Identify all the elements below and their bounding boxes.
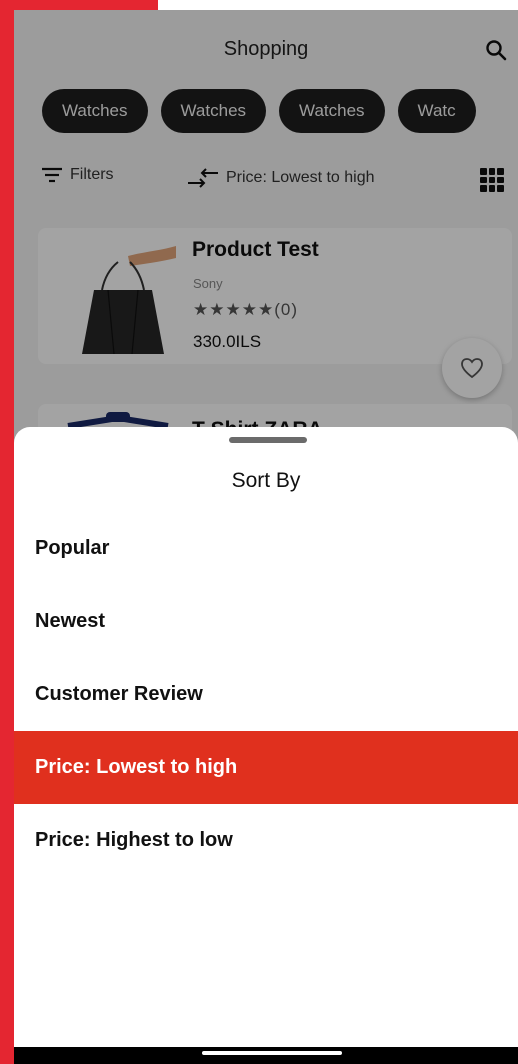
sort-bottom-sheet: Sort By Popular Newest Customer Review P… <box>14 427 518 1047</box>
sort-option-popular[interactable]: Popular <box>14 512 518 585</box>
phone-screen: Shopping Watches Watches Watches Watc Fi… <box>14 10 518 1064</box>
sort-option-price-high-low[interactable]: Price: Highest to low <box>14 804 518 877</box>
home-bar <box>14 1047 518 1064</box>
sheet-title: Sort By <box>231 469 301 492</box>
sort-option-newest[interactable]: Newest <box>14 585 518 658</box>
sheet-drag-handle[interactable] <box>229 437 307 443</box>
sort-options-list: Popular Newest Customer Review Price: Lo… <box>14 512 518 877</box>
home-indicator[interactable] <box>202 1051 342 1055</box>
sort-option-customer-review[interactable]: Customer Review <box>14 658 518 731</box>
sort-option-price-low-high[interactable]: Price: Lowest to high <box>14 731 518 804</box>
